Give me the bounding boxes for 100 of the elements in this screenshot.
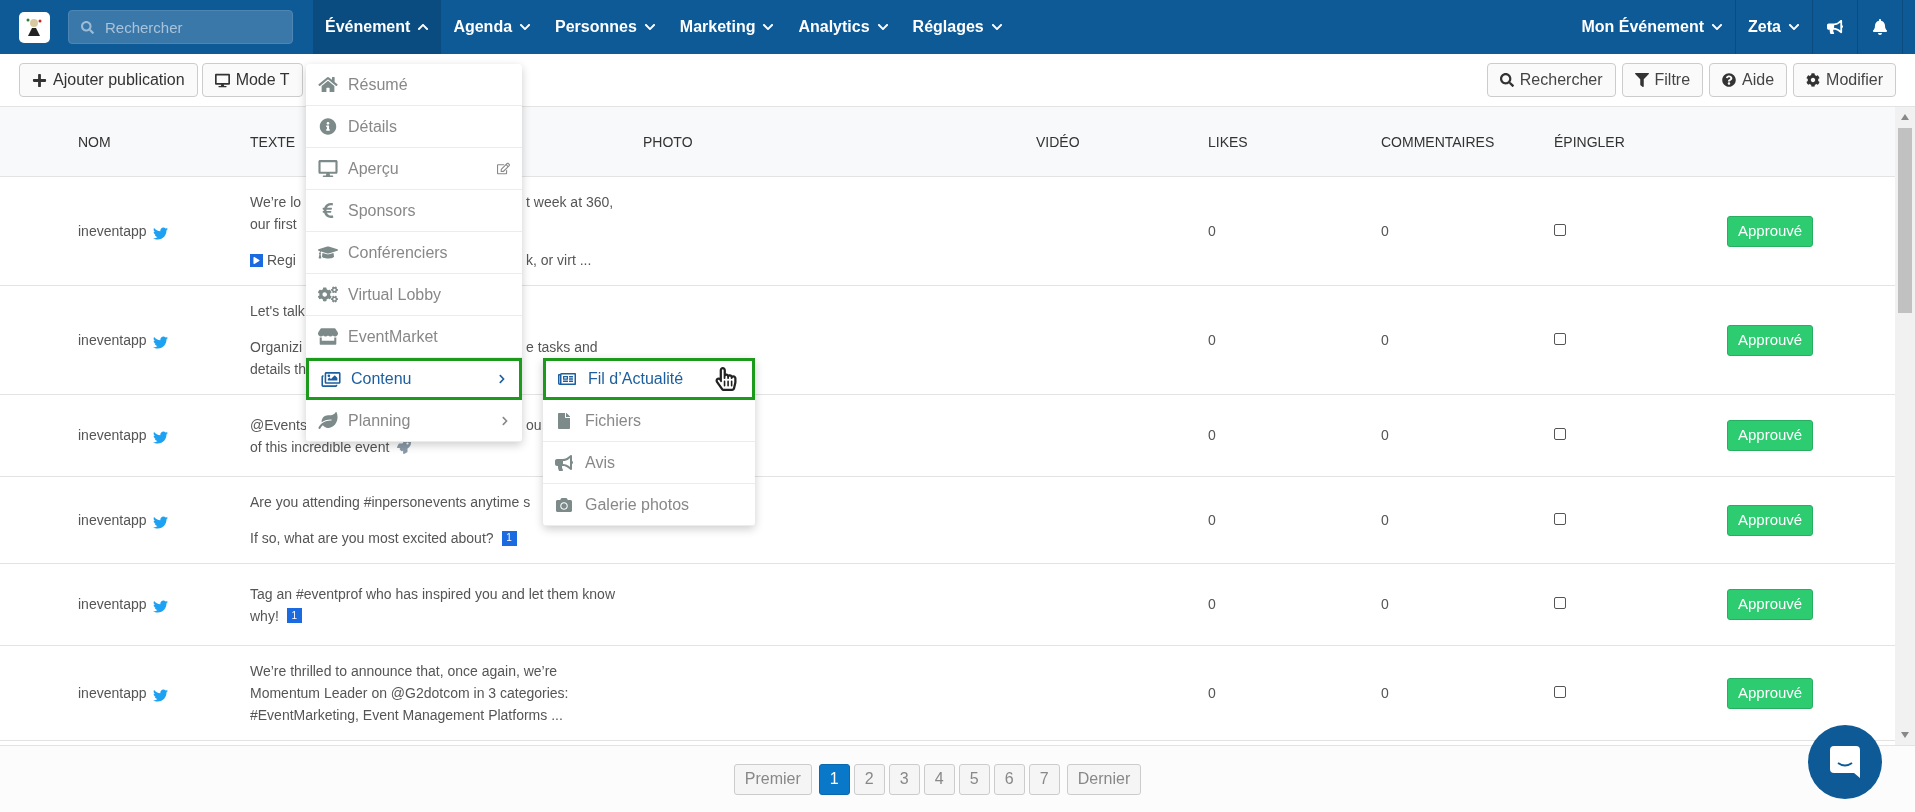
post-text: If so, what are you most excited about? 1 [250, 527, 517, 549]
comments-count: 0 [1381, 511, 1389, 528]
post-text: Tag an #eventprof who has inspired you and let them know [250, 584, 615, 604]
bird-icon [152, 334, 168, 350]
plus-icon [32, 72, 47, 88]
column-header: LIKES [1208, 133, 1248, 150]
column-header: COMMENTAIRES [1381, 133, 1495, 150]
toolbar-button[interactable]: Mode T [201, 63, 303, 97]
pin-checkbox[interactable] [1554, 428, 1566, 440]
status-button[interactable]: Approuvé [1727, 324, 1814, 356]
likes-count: 0 [1208, 427, 1216, 443]
bird-icon [152, 514, 168, 530]
monitor-icon [318, 160, 338, 177]
nav-menu-item[interactable]: Analytics [786, 0, 901, 54]
status-button[interactable]: Approuvé [1727, 420, 1814, 451]
nav-menu-item[interactable]: Agenda [441, 0, 544, 54]
menu-item[interactable]: Virtual Lobby [306, 274, 522, 316]
menu-item[interactable]: EventMarket [306, 316, 522, 358]
megaphone-icon [1827, 19, 1843, 35]
hand-cursor-icon [714, 367, 738, 391]
menu-item[interactable]: Détails [306, 106, 522, 148]
bird-icon [152, 687, 168, 703]
search-icon [81, 21, 94, 34]
page-button[interactable]: 2 [853, 763, 885, 795]
post-text: k, or virt ... [526, 251, 592, 270]
menu-item[interactable]: Résumé [306, 64, 522, 106]
chevron-down-icon [519, 21, 532, 33]
pagination-link[interactable]: Premier [733, 763, 812, 795]
nav-dropdown[interactable]: Mon Événement [1569, 0, 1737, 54]
pagination-link[interactable]: Dernier [1066, 763, 1142, 795]
submenu-item[interactable]: Fichiers [543, 400, 755, 442]
submenu-item[interactable]: Galerie photos [543, 484, 755, 526]
menu-item[interactable]: Planning [306, 400, 522, 442]
comments-count: 0 [1381, 331, 1389, 348]
status-button[interactable]: Approuvé [1727, 677, 1814, 709]
page-button[interactable]: 7 [1028, 763, 1060, 795]
nav-menu-item[interactable]: Réglages [900, 0, 1015, 54]
page-button[interactable]: 6 [993, 763, 1025, 795]
column-header: TEXTE [250, 133, 296, 150]
toolbar-button[interactable]: Filtre [1621, 63, 1704, 97]
toolbar-button[interactable]: Rechercher [1486, 63, 1616, 97]
status-button[interactable]: Approuvé [1727, 215, 1814, 247]
page-button[interactable]: 1 [818, 763, 850, 795]
post-text: e tasks and [526, 338, 598, 357]
menu-item[interactable]: Conférenciers [306, 232, 522, 274]
author-name: ineventapp [78, 595, 147, 614]
post-text: We’re thrilled to announce that, once again, we’re [250, 662, 558, 681]
pin-checkbox[interactable] [1554, 332, 1566, 345]
page-button[interactable]: 5 [958, 763, 990, 795]
menu-item[interactable]: Aperçu [306, 148, 522, 190]
bird-icon [152, 225, 168, 241]
post-text: why! 1 [250, 604, 302, 627]
nav-dropdown[interactable]: Zeta [1736, 0, 1813, 54]
post-text: details th [250, 360, 307, 379]
menu-item[interactable]: Sponsors [306, 190, 522, 232]
chevron-down-icon [876, 21, 889, 33]
bell-icon [1872, 19, 1888, 35]
scrollbar[interactable] [1895, 107, 1915, 745]
column-header: ÉPINGLER [1554, 133, 1625, 150]
post-text: @Events [250, 415, 307, 435]
bird-icon [152, 599, 168, 614]
chat-icon [1830, 746, 1860, 778]
gears-icon [318, 286, 338, 303]
submenu-item[interactable]: Avis [543, 442, 755, 484]
status-button[interactable]: Approuvé [1727, 589, 1814, 620]
author-name: ineventapp [78, 330, 147, 350]
chevron-down-icon [990, 21, 1003, 33]
toolbar-button[interactable]: Aide [1709, 63, 1788, 97]
camera-icon [555, 496, 573, 513]
likes-count: 0 [1208, 331, 1216, 348]
nav-menu-item[interactable]: Événement [313, 0, 442, 54]
post-text: Momentum Leader on @G2dotcom in 3 categories: [250, 684, 569, 703]
pin-checkbox[interactable] [1554, 685, 1566, 698]
scroll-down-icon[interactable] [1901, 732, 1909, 738]
bird-icon [152, 430, 168, 445]
search-field[interactable]: Rechercher [68, 10, 293, 44]
chevron-down-icon [762, 21, 775, 33]
nav-menu-item[interactable]: Marketing [667, 0, 787, 54]
keycap-badge: 1 [286, 608, 302, 623]
pin-checkbox[interactable] [1554, 597, 1566, 609]
file-icon [555, 412, 573, 429]
likes-count: 0 [1208, 222, 1216, 239]
scrollbar-thumb[interactable] [1898, 128, 1912, 313]
submenu-item[interactable]: Fil d’Actualité [543, 358, 755, 400]
graduation-cap-icon [318, 244, 338, 261]
status-button[interactable]: Approuvé [1727, 504, 1814, 536]
scroll-up-icon[interactable] [1901, 114, 1909, 120]
menu-item[interactable]: Contenu [306, 358, 522, 400]
info-icon [318, 118, 338, 135]
page-button[interactable]: 4 [923, 763, 955, 795]
toolbar-button[interactable]: Ajouter publication [19, 63, 198, 97]
pin-checkbox[interactable] [1554, 223, 1566, 236]
toolbar-button[interactable]: Modifier [1793, 63, 1896, 97]
page-button[interactable]: 3 [888, 763, 920, 795]
nav-menu-item[interactable]: Personnes [543, 0, 668, 54]
logo-icon[interactable] [18, 11, 50, 43]
images-icon [321, 370, 341, 388]
post-text: our first [250, 215, 297, 234]
pin-checkbox[interactable] [1554, 512, 1566, 525]
chevron-down-icon [1711, 21, 1724, 33]
